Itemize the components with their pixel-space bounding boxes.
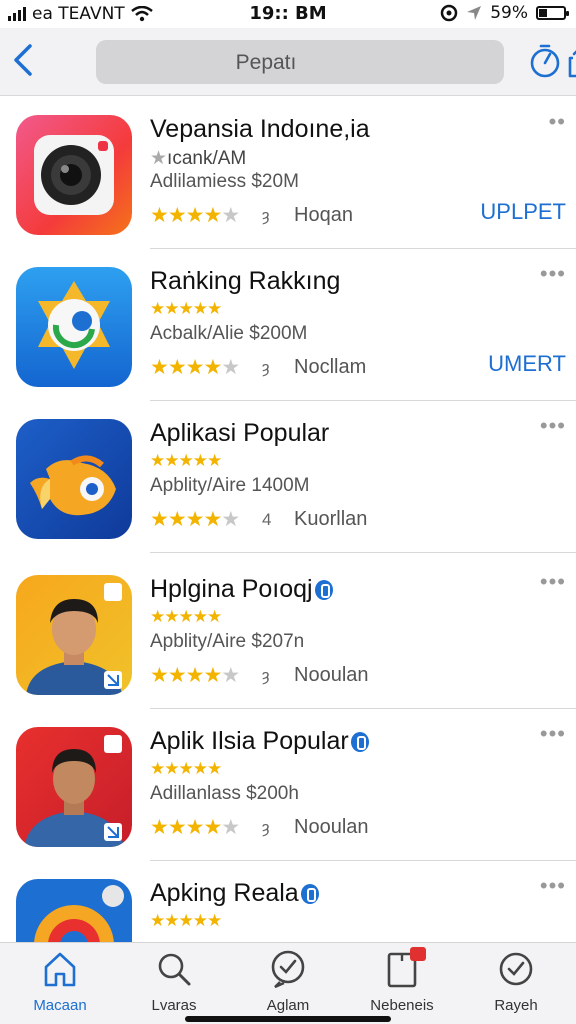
tab-label: Aglam <box>266 997 310 1014</box>
orange-swirl-app-icon[interactable] <box>16 879 132 942</box>
star-icon: ★ <box>150 148 168 169</box>
tab-label: Rayeh <box>494 997 538 1014</box>
search-field[interactable]: Pepatı <box>96 40 576 84</box>
history-icon[interactable] <box>528 42 562 80</box>
tab-label: Macaan <box>33 997 87 1014</box>
star-rating: ★★★★★ <box>150 664 240 687</box>
more-options-icon[interactable]: ••• <box>540 413 566 439</box>
app-info: Apblity/Aire $207n <box>150 631 305 652</box>
back-chevron-icon[interactable] <box>6 40 42 80</box>
star-rating: ★★★★★ <box>150 816 240 839</box>
small-star-rating: ★★★★★ <box>150 607 222 626</box>
tab-label: Lvaras <box>151 997 197 1014</box>
rating-label: Hoqan <box>294 204 353 226</box>
search-text: Pepatı <box>235 51 297 74</box>
tab-rayeh[interactable]: Rayeh <box>466 949 566 1019</box>
navigation-bar: Pepatı <box>0 28 576 96</box>
divider <box>150 552 576 553</box>
small-star-rating: ★★★★★ <box>150 911 222 930</box>
list-item[interactable]: Apking Reala ★★★★★ ••• <box>0 861 576 942</box>
app-list: Vepansia Indoıne,ia ★ıcank/AM Adlilamies… <box>0 97 576 942</box>
app-title-text: Apking Reala <box>150 879 299 907</box>
rating-count: ȝ <box>262 818 270 837</box>
app-info: Adlilamiess $20M <box>150 171 299 192</box>
more-options-icon[interactable]: ••• <box>540 873 566 899</box>
app-developer: ★ıcank/AM <box>150 147 246 170</box>
location-icon <box>467 6 482 20</box>
status-right: 59% <box>440 3 569 23</box>
list-item[interactable]: Aplik Ilsia Popular ★★★★★ Adillanlass $2… <box>0 709 576 861</box>
app-title[interactable]: Hplgina Poıoqj <box>150 575 333 604</box>
list-item[interactable]: Vepansia Indoıne,ia ★ıcank/AM Adlilamies… <box>0 97 576 249</box>
rating-count: ȝ <box>262 666 270 685</box>
rating-label: Nocllam <box>294 356 367 378</box>
update-button[interactable]: UPLPET <box>480 199 566 225</box>
tab-label: Nebeneis <box>370 997 434 1014</box>
more-options-icon[interactable]: ••• <box>540 261 566 287</box>
app-info: Adillanlass $200h <box>150 783 299 804</box>
rating-label: Kuorllan <box>294 508 368 530</box>
star-rating: ★★★★★ <box>150 356 240 379</box>
verified-badge-icon <box>350 732 369 753</box>
lock-rotation-icon <box>440 4 458 22</box>
home-icon <box>44 952 76 987</box>
tab-search[interactable]: Lvaras <box>124 949 224 1019</box>
tab-aglam[interactable]: Aglam <box>238 949 338 1019</box>
app-title[interactable]: Vepansia Indoıne,ia <box>150 115 370 144</box>
battery-percent: 59% <box>490 3 528 23</box>
small-star-rating: ★★★★★ <box>150 299 222 318</box>
list-item[interactable]: Aplikasi Popular ★★★★★ Apblity/Aire 1400… <box>0 401 576 553</box>
search-icon <box>158 953 191 986</box>
more-options-icon[interactable]: •• <box>549 109 566 135</box>
app-title-text: Hplgina Poıoqj <box>150 575 313 603</box>
tab-home[interactable]: Macaan <box>10 949 110 1019</box>
app-title[interactable]: Aplik Ilsia Popular <box>150 727 369 756</box>
rating-count: ȝ <box>262 206 270 225</box>
notification-badge <box>410 947 426 961</box>
rating-label: Nooulan <box>294 664 369 686</box>
small-star-rating: ★★★★★ <box>150 759 222 778</box>
app-title[interactable]: Aplikasi Popular <box>150 419 329 448</box>
home-indicator[interactable] <box>185 1016 391 1022</box>
more-options-icon[interactable]: ••• <box>540 721 566 747</box>
tab-updates[interactable]: Nebeneis <box>352 947 452 1019</box>
update-button[interactable]: UMERT <box>488 351 566 377</box>
app-info: Acbalk/Alie $200M <box>150 323 308 344</box>
chrome-star-app-icon[interactable] <box>16 267 132 387</box>
share-icon[interactable] <box>562 44 576 80</box>
verified-badge-icon <box>314 580 333 601</box>
small-star-rating: ★★★★★ <box>150 451 222 470</box>
list-item[interactable]: Raṅking Rakkıng ★★★★★ Acbalk/Alie $200M … <box>0 249 576 401</box>
fish-app-icon[interactable] <box>16 419 132 539</box>
more-options-icon[interactable]: ••• <box>540 569 566 595</box>
man-portrait-red-icon[interactable] <box>16 727 132 847</box>
app-info: Apblity/Aire 1400M <box>150 475 310 496</box>
app-developer-text: ıcank/AM <box>167 148 247 169</box>
star-rating: ★★★★★ <box>150 508 240 531</box>
list-item[interactable]: Hplgina Poıoqj ★★★★★ Apblity/Aire $207n … <box>0 557 576 709</box>
check-bubble-icon <box>271 950 305 989</box>
star-rating: ★★★★★ <box>150 204 240 227</box>
rating-label: Nooulan <box>294 816 369 838</box>
app-title[interactable]: Raṅking Rakkıng <box>150 267 340 296</box>
check-circle-icon <box>499 952 533 986</box>
status-bar: ea TEAVNT 19:: BM 59% <box>0 0 576 28</box>
man-portrait-orange-icon[interactable] <box>16 575 132 695</box>
app-title-text: Aplik Ilsia Popular <box>150 727 349 755</box>
verified-badge-icon <box>300 884 319 905</box>
rating-count: 4 <box>262 510 272 529</box>
camera-app-icon[interactable] <box>16 115 132 235</box>
tab-bar: Macaan Lvaras Aglam Nebeneis Rayeh <box>0 942 576 1024</box>
rating-count: ȝ <box>262 358 270 377</box>
battery-icon <box>536 6 569 20</box>
app-title[interactable]: Apking Reala <box>150 879 319 908</box>
